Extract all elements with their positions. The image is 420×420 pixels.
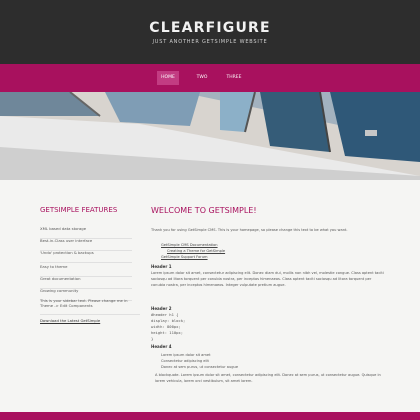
link-list: GetSimple CMS Documentation Creating a T… [161, 242, 361, 260]
link-forum[interactable]: GetSimple Support Forum [161, 254, 361, 260]
page-title: WELCOME TO GETSIMPLE! [151, 206, 257, 215]
sidebar-item: This is your sidebar text. Please change… [40, 298, 140, 315]
main-nav: HOME TWO THREE [0, 64, 420, 92]
blockquote: A blockquote. Lorem ipsum dolor sit amet… [155, 373, 381, 383]
nav-home[interactable]: HOME [157, 71, 179, 85]
lorem-paragraph: Lorem ipsum dolor sit amet, consectetur … [151, 271, 384, 287]
sidebar-title: GETSIMPLE FEATURES [40, 206, 118, 214]
site-tagline: JUST ANOTHER GETSIMPLE WEBSITE [152, 39, 268, 45]
footer-bar [0, 412, 420, 420]
nav-three[interactable]: THREE [222, 71, 246, 85]
ordered-list: Lorem ipsum dolor sit amet Consectetur a… [161, 353, 239, 369]
site-title[interactable]: CLEARFIGURE [0, 20, 420, 36]
intro-text: Thank you for using GetSimple CMS. This … [151, 228, 348, 232]
hero-image [0, 92, 420, 180]
download-link[interactable]: Download the Latest GetSimple [40, 318, 100, 323]
header-2: Header 2 [151, 306, 172, 311]
site-header: CLEARFIGURE JUST ANOTHER GETSIMPLE WEBSI… [0, 0, 420, 64]
code-block: #header h1 { display: block; width: 800p… [151, 312, 186, 341]
header-4: Header 4 [151, 344, 172, 349]
building-image [0, 92, 420, 180]
header-1: Header 1 [151, 264, 172, 269]
nav-two[interactable]: TWO [191, 71, 213, 85]
sidebar-item: 'Undo' protection & backups [40, 250, 132, 263]
